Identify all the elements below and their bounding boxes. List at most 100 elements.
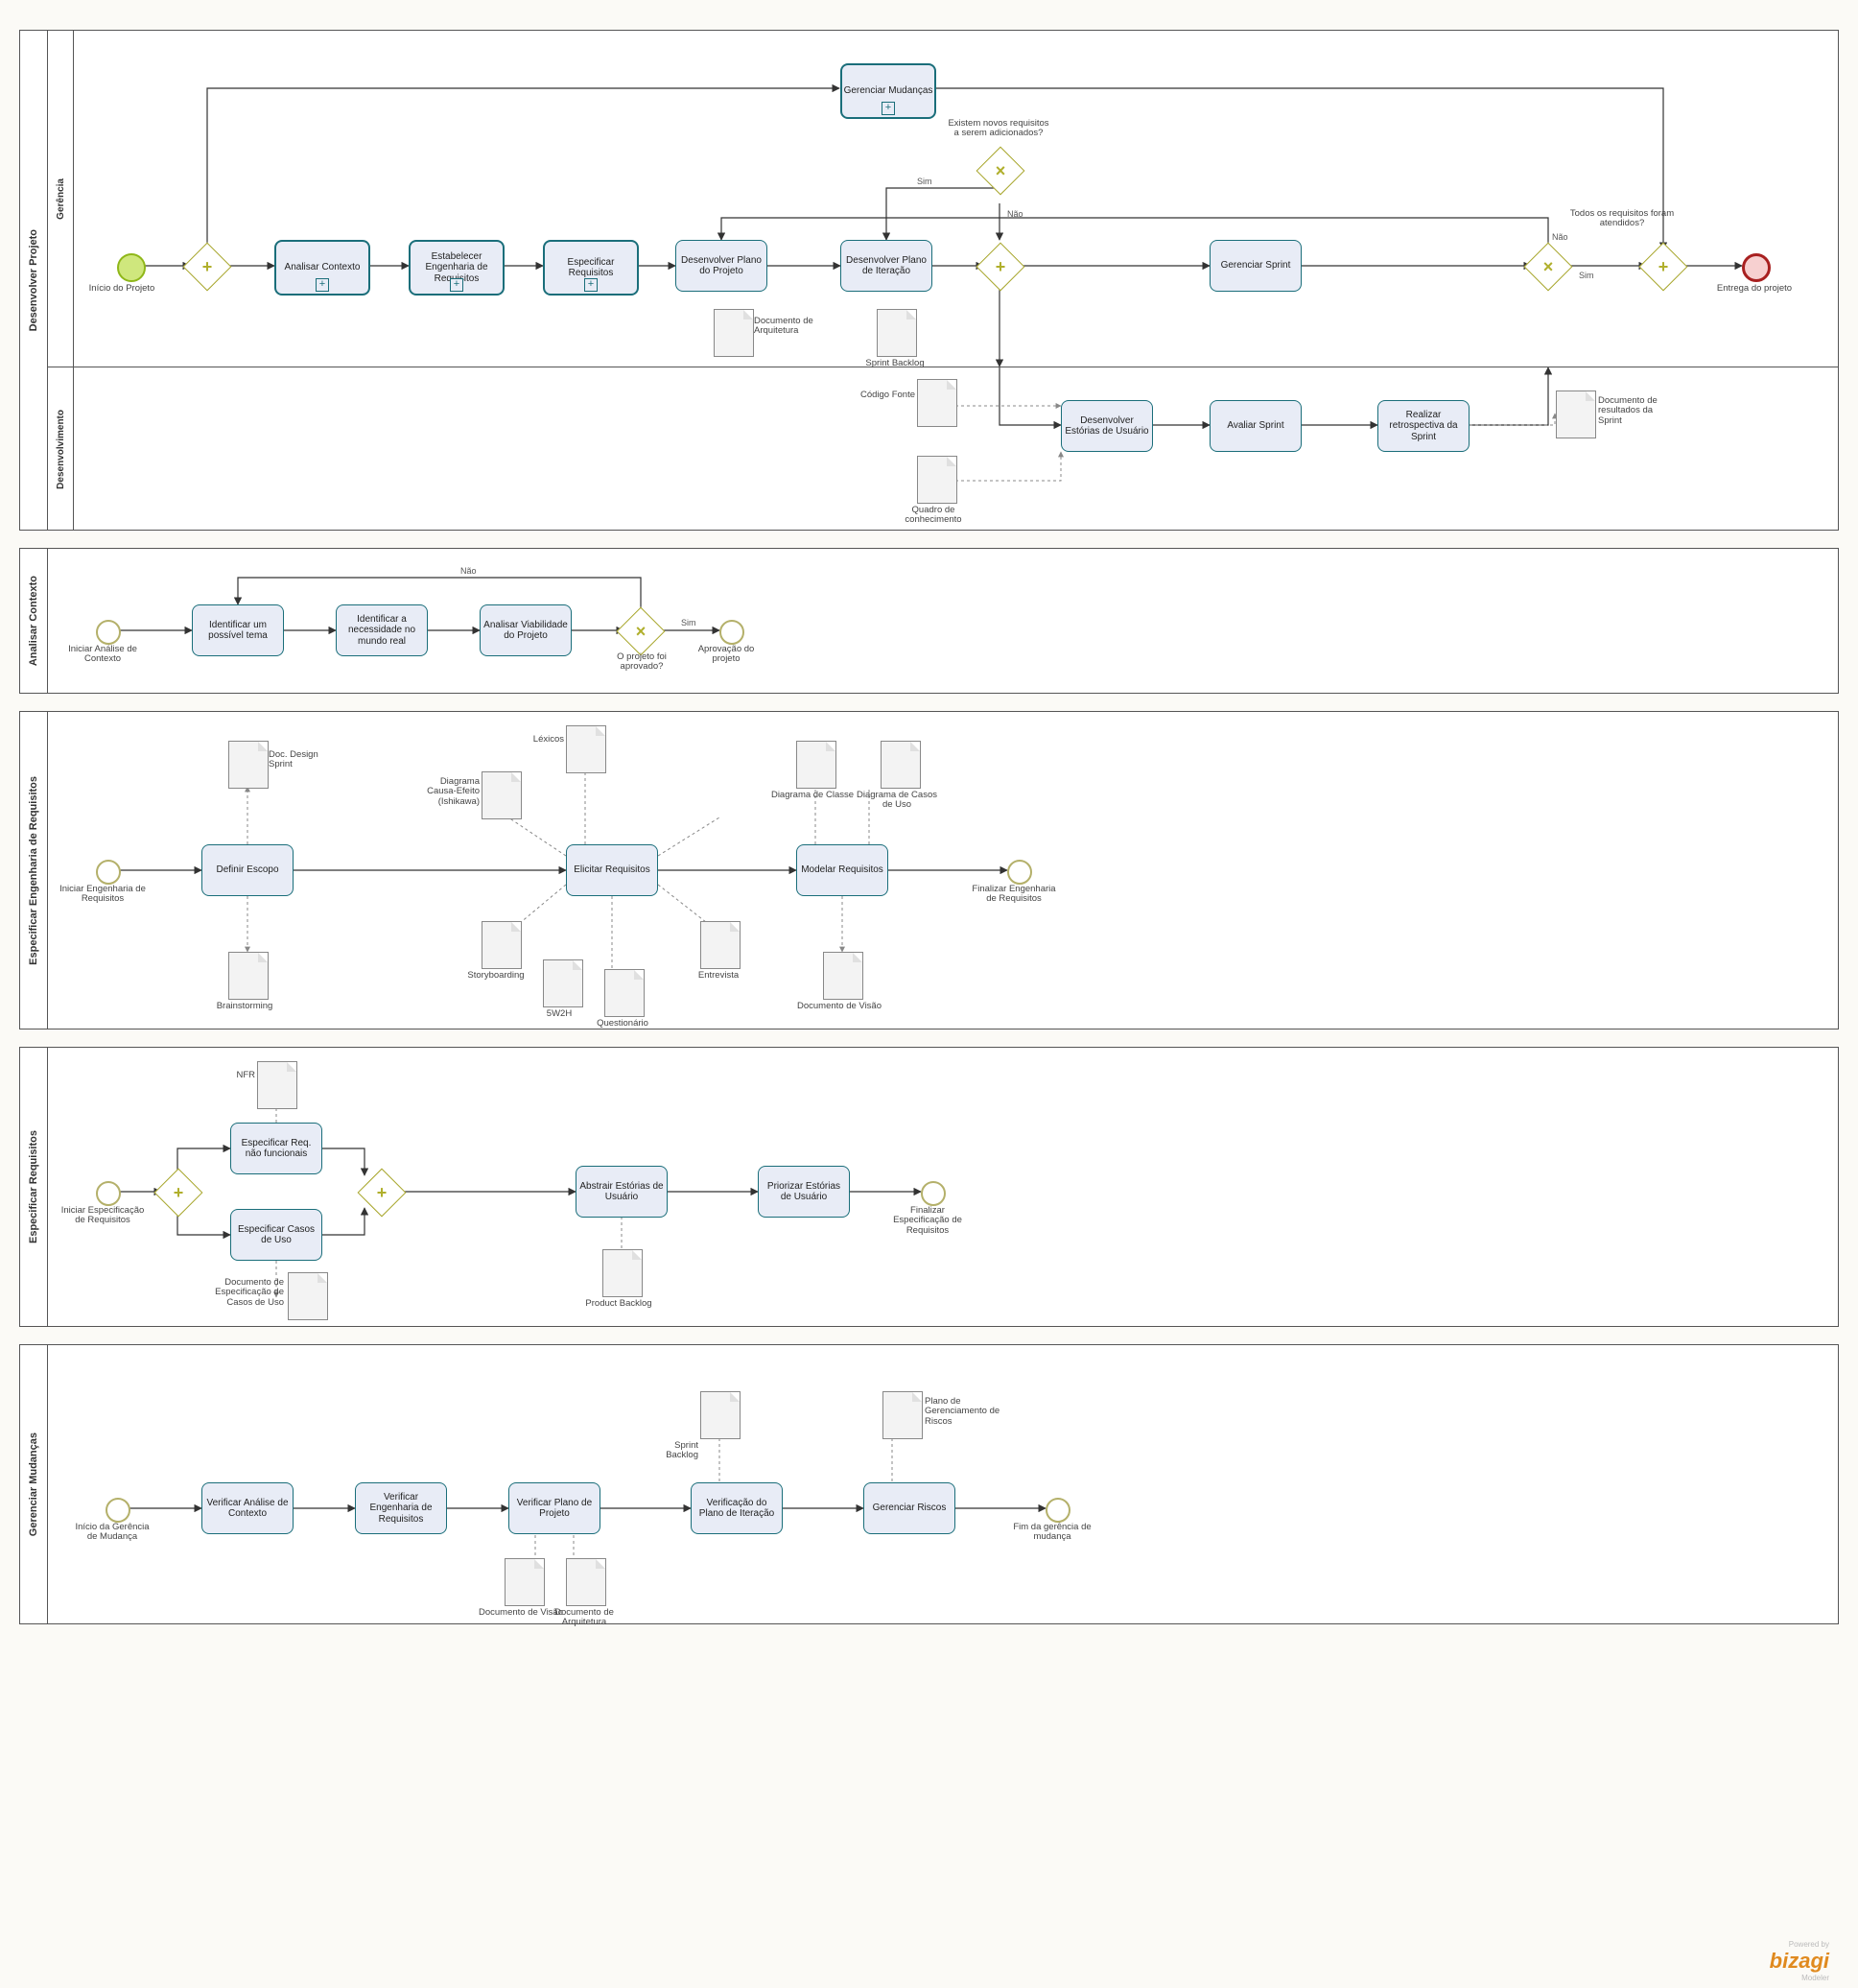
start-event[interactable] — [96, 1181, 121, 1206]
task-abstrair-estorias[interactable]: Abstrair Estórias de Usuário — [576, 1166, 668, 1218]
task-label: Desenvolver Plano do Projeto — [678, 255, 764, 277]
doc-diagrama-casos-uso[interactable] — [881, 741, 921, 789]
pool-title-text: Especificar Requisitos — [28, 1130, 39, 1243]
doc-arquitetura[interactable] — [566, 1558, 606, 1606]
task-label: Modelar Requisitos — [801, 864, 883, 876]
pool-title-text: Analisar Contexto — [28, 576, 39, 666]
doc-quadro-conhecimento[interactable] — [917, 456, 957, 504]
subproc-analisar-contexto[interactable]: Analisar Contexto — [274, 240, 370, 296]
subproc-gerenciar-mudancas[interactable]: Gerenciar Mudanças — [840, 63, 936, 119]
start-event[interactable] — [96, 620, 121, 645]
doc-resultados-sprint[interactable] — [1556, 390, 1596, 438]
task-verificar-plano-projeto[interactable]: Verificar Plano de Projeto — [508, 1482, 600, 1534]
pool-especificar-eng-req: Especificar Engenharia de Requisitos Ini… — [19, 711, 1839, 1030]
doc-sprint-backlog[interactable] — [877, 309, 917, 357]
doc-dds-label: Doc. Design Sprint — [269, 750, 336, 770]
task-label: Definir Escopo — [216, 864, 278, 876]
task-gerenciar-sprint[interactable]: Gerenciar Sprint — [1210, 240, 1302, 292]
doc-visao[interactable] — [505, 1558, 545, 1606]
end-label: Finalizar Engenharia de Requisitos — [971, 885, 1057, 905]
doc-plano-ger-riscos[interactable] — [882, 1391, 923, 1439]
end-event[interactable] — [719, 620, 744, 645]
task-label: Realizar retrospectiva da Sprint — [1380, 410, 1467, 443]
doc-nfr[interactable] — [257, 1061, 297, 1109]
task-priorizar-estorias[interactable]: Priorizar Estórias de Usuário — [758, 1166, 850, 1218]
gateway-parallel-start[interactable] — [183, 243, 232, 292]
end-event[interactable] — [1742, 253, 1771, 282]
task-label: Identificar a necessidade no mundo real — [339, 614, 425, 648]
task-desenvolver-plano-projeto[interactable]: Desenvolver Plano do Projeto — [675, 240, 767, 292]
doc-lexicos[interactable] — [566, 725, 606, 773]
task-modelar-requisitos[interactable]: Modelar Requisitos — [796, 844, 888, 896]
edge-sim: Sim — [681, 618, 696, 627]
task-elicitar-requisitos[interactable]: Elicitar Requisitos — [566, 844, 658, 896]
doc-arquitetura[interactable] — [714, 309, 754, 357]
task-desenvolver-plano-iteracao[interactable]: Desenvolver Plano de Iteração — [840, 240, 932, 292]
doc-sprint-backlog[interactable] — [700, 1391, 741, 1439]
gateway-split[interactable] — [154, 1169, 203, 1218]
doc-dv-label: Documento de Visão — [796, 1002, 882, 1011]
gateway-parallel-split[interactable] — [976, 243, 1025, 292]
doc-brainstorming[interactable] — [228, 952, 269, 1000]
task-avaliar-sprint[interactable]: Avaliar Sprint — [1210, 400, 1302, 452]
doc-product-backlog[interactable] — [602, 1249, 643, 1297]
doc-arq-label: Documento de Arquitetura — [754, 317, 821, 337]
doc-codigo-fonte[interactable] — [917, 379, 957, 427]
subproc-estabelecer-eng-req[interactable]: Estabelecer Engenharia de Requisitos — [409, 240, 505, 296]
task-label: Analisar Contexto — [285, 262, 361, 273]
pool-especificar-requisitos: Especificar Requisitos Iniciar Especific… — [19, 1047, 1839, 1327]
task-verificar-plano-iteracao[interactable]: Verificação do Plano de Iteração — [691, 1482, 783, 1534]
doc-5w2h[interactable] — [543, 959, 583, 1007]
end-event[interactable] — [1046, 1498, 1070, 1523]
gateway-todos-requisitos[interactable] — [1524, 243, 1573, 292]
lane-title-dev: Desenvolvimento — [48, 367, 74, 531]
pool-gerenciar-mudancas: Gerenciar Mudanças Início da Gerência de… — [19, 1344, 1839, 1624]
gateway-aprovado[interactable] — [617, 607, 666, 656]
pool-title-text: Gerenciar Mudanças — [28, 1432, 39, 1536]
start-event[interactable] — [96, 860, 121, 885]
doc-questionario[interactable] — [604, 969, 645, 1017]
doc-diagrama-classe[interactable] — [796, 741, 836, 789]
doc-espec-casos-uso[interactable] — [288, 1272, 328, 1320]
doc-ishikawa[interactable] — [482, 771, 522, 819]
task-identificar-necessidade[interactable]: Identificar a necessidade no mundo real — [336, 604, 428, 656]
task-label: Gerenciar Mudanças — [844, 85, 933, 97]
brand-name: bizagi — [1770, 1949, 1829, 1973]
gateway-novos-requisitos[interactable] — [976, 147, 1025, 196]
start-event[interactable] — [106, 1498, 130, 1523]
task-retrospectiva-sprint[interactable]: Realizar retrospectiva da Sprint — [1377, 400, 1470, 452]
doc-storyboarding[interactable] — [482, 921, 522, 969]
end-event[interactable] — [921, 1181, 946, 1206]
brand-logo: Powered by bizagi Modeler — [1770, 1940, 1829, 1982]
start-label: Iniciar Análise de Contexto — [59, 645, 146, 665]
task-verificar-analise-contexto[interactable]: Verificar Análise de Contexto — [201, 1482, 294, 1534]
task-label: Verificar Engenharia de Requisitos — [358, 1492, 444, 1526]
pool-title-text: Desenvolver Projeto — [28, 229, 39, 331]
task-label: Priorizar Estórias de Usuário — [761, 1181, 847, 1203]
end-event[interactable] — [1007, 860, 1032, 885]
lane-body: Iniciar Engenharia de Requisitos Definir… — [48, 712, 1838, 1029]
doc-design-sprint[interactable] — [228, 741, 269, 789]
task-analisar-viabilidade[interactable]: Analisar Viabilidade do Projeto — [480, 604, 572, 656]
doc-5w2h-label: 5W2H — [516, 1009, 602, 1019]
brand-sub: Modeler — [1770, 1974, 1829, 1982]
task-req-nao-funcionais[interactable]: Especificar Req. não funcionais — [230, 1123, 322, 1174]
gateway-join[interactable] — [358, 1169, 407, 1218]
edge-sim2: Sim — [1579, 271, 1594, 280]
task-desenvolver-estorias[interactable]: Desenvolver Estórias de Usuário — [1061, 400, 1153, 452]
task-casos-de-uso[interactable]: Especificar Casos de Uso — [230, 1209, 322, 1261]
task-gerenciar-riscos[interactable]: Gerenciar Riscos — [863, 1482, 955, 1534]
start-event[interactable] — [117, 253, 146, 282]
lane-gerencia: Início do Projeto Gerenciar Mudanças Ana… — [73, 31, 1838, 367]
task-definir-escopo[interactable]: Definir Escopo — [201, 844, 294, 896]
doc-cf-label: Código Fonte — [859, 390, 915, 400]
pool-title: Especificar Requisitos — [20, 1048, 48, 1326]
subproc-especificar-req[interactable]: Especificar Requisitos — [543, 240, 639, 296]
doc-entrevista[interactable] — [700, 921, 741, 969]
task-identificar-tema[interactable]: Identificar um possível tema — [192, 604, 284, 656]
edge-sim: Sim — [917, 177, 932, 186]
pool-title: Gerenciar Mudanças — [20, 1345, 48, 1623]
task-verificar-eng-req[interactable]: Verificar Engenharia de Requisitos — [355, 1482, 447, 1534]
doc-visao[interactable] — [823, 952, 863, 1000]
gateway-parallel-end[interactable] — [1639, 243, 1688, 292]
